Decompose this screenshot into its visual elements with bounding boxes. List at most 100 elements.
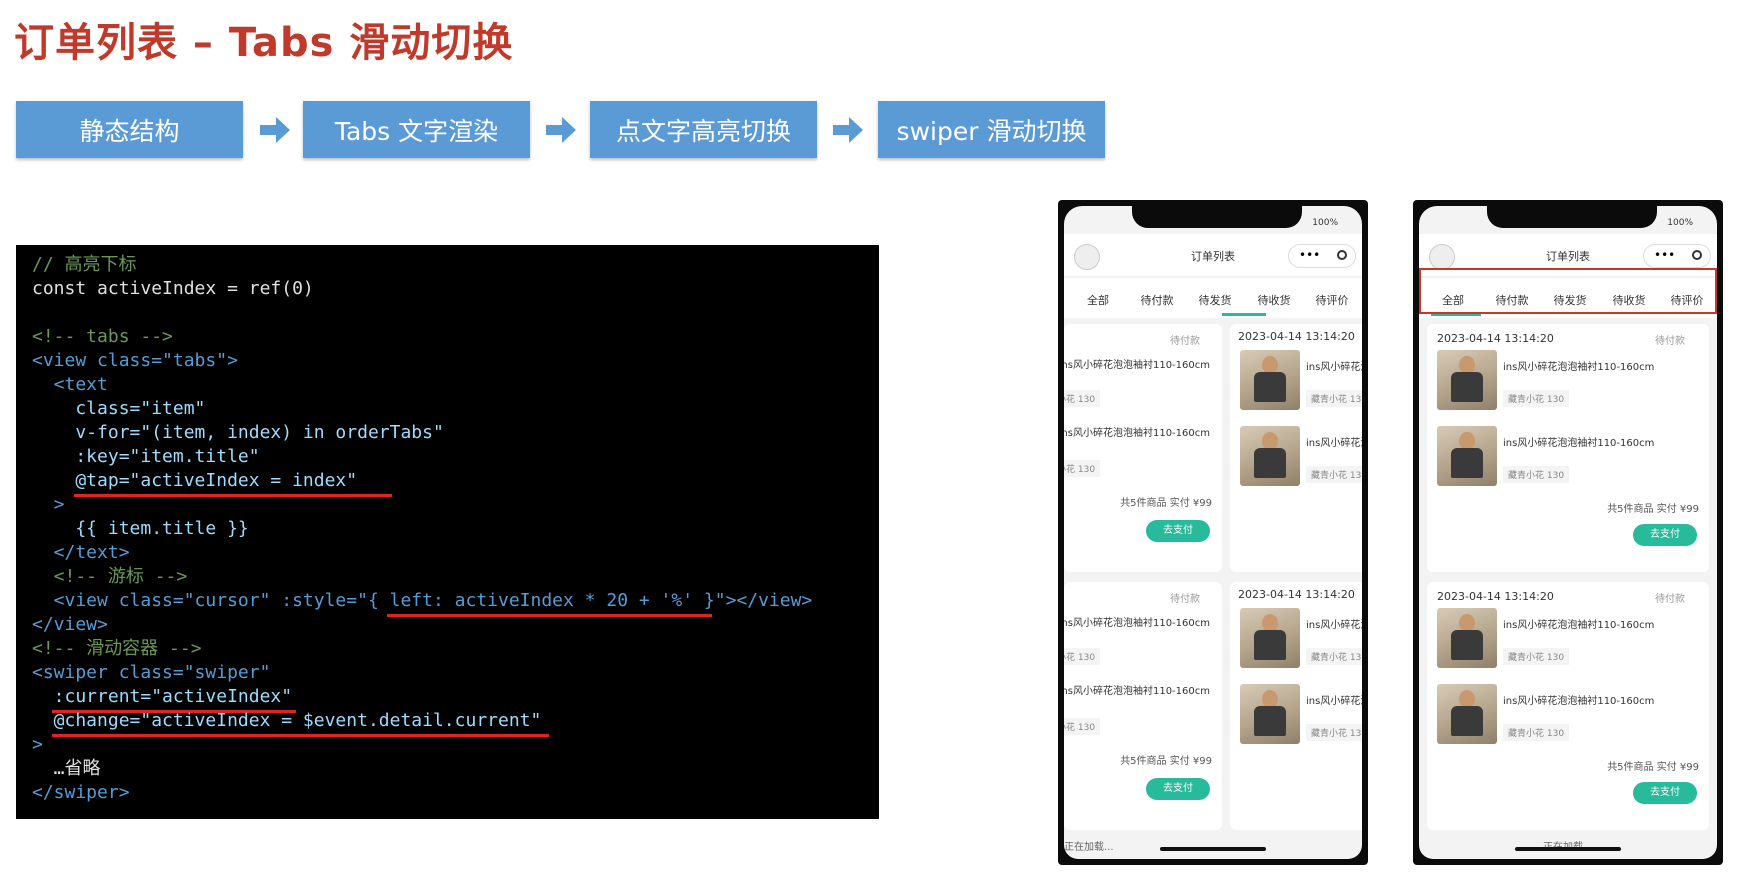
product-name: ins风小碎花泡泡袖衬110-160cm <box>1306 438 1362 449</box>
product-name: ins风小碎花泡泡袖衬110-160cm <box>1306 696 1362 707</box>
code-line: </swiper> <box>32 782 130 803</box>
loading-text: 正在加载... <box>1064 842 1114 853</box>
product-name: ins风小碎花泡泡袖衬110-160cm <box>1064 428 1210 439</box>
product-image <box>1240 608 1300 668</box>
target-icon[interactable] <box>1337 250 1347 260</box>
right-arrow-icon <box>546 117 576 143</box>
order-card: 2023-04-14 13:14:20 待付款 ins风小碎花泡泡袖衬110-1… <box>1427 582 1709 830</box>
product-image <box>1437 608 1497 668</box>
product-name: ins风小碎花泡泡袖衬110-160cm <box>1064 686 1210 697</box>
code-line: > <box>32 494 65 515</box>
order-time: 2023-04-14 13:14:20 <box>1437 332 1554 345</box>
phone-preview-settled: 100% 订单列表 ••• 全部 待付款 待发货 待收货 待评价 2023-04… <box>1413 200 1723 865</box>
code-line: <view class="tabs"> <box>32 350 238 371</box>
product-image <box>1437 350 1497 410</box>
order-time: 2023-04-14 13:14:20 <box>1437 590 1554 603</box>
order-time: 2023-04-14 13:14:20 <box>1238 330 1355 343</box>
pay-button[interactable]: 去支付 <box>1633 782 1697 804</box>
code-line: <!-- 滑动容器 --> <box>32 638 202 659</box>
order-status: 待付款 <box>1655 336 1685 347</box>
code-line: const activeIndex = ref(0) <box>32 278 314 299</box>
order-status: 待付款 <box>1170 594 1200 605</box>
right-arrow-icon <box>833 117 863 143</box>
product-spec: 藏青小花 130 <box>1064 718 1101 735</box>
step-label: 点文字高亮切换 <box>615 116 791 146</box>
step-highlight-switch: 点文字高亮切换 <box>590 101 817 158</box>
phone-preview-swiping: 100% 订单列表 ••• 全部 待付款 待发货 待收货 待评价 待付款 ins… <box>1058 200 1368 865</box>
phone-screen: 100% 订单列表 ••• 全部 待付款 待发货 待收货 待评价 待付款 ins… <box>1064 206 1362 859</box>
order-tabs: 全部 待付款 待发货 待收货 待评价 <box>1064 278 1362 318</box>
product-name: ins风小碎花泡泡袖衬110-160cm <box>1064 360 1210 371</box>
phone-notch <box>1487 206 1657 228</box>
product-name: ins风小碎花泡泡袖衬110-160cm <box>1306 362 1362 373</box>
product-name: ins风小碎花泡泡袖衬110-160cm <box>1503 438 1655 449</box>
more-icon[interactable]: ••• <box>1654 248 1675 262</box>
tab-cursor <box>1222 313 1266 316</box>
product-name: ins风小碎花泡泡袖衬110-160cm <box>1503 696 1655 707</box>
code-block: // 高亮下标 const activeIndex = ref(0) <!-- … <box>16 245 879 819</box>
product-spec: 藏青小花 130 <box>1306 648 1362 665</box>
code-line: <view class="cursor" :style="{ left: act… <box>32 590 813 611</box>
product-spec: 藏青小花 130 <box>1064 390 1101 407</box>
order-summary: 共5件商品 实付 ¥99 <box>1607 762 1699 773</box>
code-line: @change="activeIndex = $event.detail.cur… <box>32 710 542 731</box>
code-line: {{ item.title }} <box>32 518 249 539</box>
order-card: 待付款 ins风小碎花泡泡袖衬110-160cm 藏青小花 130 ins风小碎… <box>1064 324 1222 572</box>
code-line: :current="activeIndex" <box>32 686 293 707</box>
product-spec: 藏青小花 130 <box>1503 466 1570 483</box>
order-status: 待付款 <box>1170 336 1200 347</box>
product-spec: 藏青小花 130 <box>1306 724 1362 741</box>
more-icon[interactable]: ••• <box>1299 248 1320 262</box>
pay-button[interactable]: 去支付 <box>1146 520 1210 542</box>
tab-all[interactable]: 全部 <box>1068 292 1128 308</box>
tab-pending-receipt[interactable]: 待收货 <box>1244 292 1304 308</box>
product-name: ins风小碎花泡泡袖衬110-160cm <box>1306 620 1362 631</box>
home-indicator <box>1515 847 1621 851</box>
step-tabs-render: Tabs 文字渲染 <box>303 101 530 158</box>
tab-pending-review[interactable]: 待评价 <box>1302 292 1362 308</box>
tab-pending-payment[interactable]: 待付款 <box>1127 292 1187 308</box>
code-line: @tap="activeIndex = index" <box>32 470 358 491</box>
battery-text: 100% <box>1667 218 1693 228</box>
highlight-underline <box>52 734 549 737</box>
product-image <box>1437 684 1497 744</box>
product-spec: 藏青小花 130 <box>1064 460 1101 477</box>
product-name: ins风小碎花泡泡袖衬110-160cm <box>1503 362 1655 373</box>
order-time: 2023-04-14 13:14:20 <box>1238 588 1355 601</box>
order-card: 待付款 ins风小碎花泡泡袖衬110-160cm 藏青小花 130 ins风小碎… <box>1064 582 1222 830</box>
pay-button[interactable]: 去支付 <box>1146 778 1210 800</box>
capsule-menu[interactable]: ••• <box>1288 244 1356 268</box>
code-line: > <box>32 734 43 755</box>
order-card: 2023-04-14 13:14:20 待付款 ins风小碎花泡泡袖衬110-1… <box>1427 324 1709 572</box>
highlight-underline <box>387 614 712 617</box>
phone-notch <box>1132 206 1302 228</box>
order-status: 待付款 <box>1655 594 1685 605</box>
tabs-highlight-frame <box>1419 268 1717 314</box>
product-spec: 藏青小花 130 <box>1503 724 1570 741</box>
product-name: ins风小碎花泡泡袖衬110-160cm <box>1503 620 1655 631</box>
pay-button[interactable]: 去支付 <box>1633 524 1697 546</box>
page-title: 订单列表 – Tabs 滑动切换 <box>14 20 514 66</box>
product-spec: 藏青小花 130 <box>1503 390 1570 407</box>
order-summary: 共5件商品 实付 ¥99 <box>1120 498 1212 509</box>
target-icon[interactable] <box>1692 250 1702 260</box>
order-card: 2023-04-14 13:14:20 ins风小碎花泡泡袖衬110-160cm… <box>1230 324 1362 572</box>
capsule-menu[interactable]: ••• <box>1643 244 1711 268</box>
order-card: 2023-04-14 13:14:20 ins风小碎花泡泡袖衬110-160cm… <box>1230 582 1362 830</box>
product-spec: 藏青小花 130 <box>1503 648 1570 665</box>
code-line: // 高亮下标 <box>32 254 137 275</box>
product-image <box>1240 684 1300 744</box>
product-name: ins风小碎花泡泡袖衬110-160cm <box>1064 618 1210 629</box>
code-line: <!-- tabs --> <box>32 326 173 347</box>
code-line: :key="item.title" <box>32 446 260 467</box>
home-indicator <box>1160 847 1266 851</box>
code-line: </text> <box>32 542 130 563</box>
step-static-structure: 静态结构 <box>16 101 243 158</box>
product-image <box>1240 426 1300 486</box>
code-line: </view> <box>32 614 108 635</box>
tab-pending-shipment[interactable]: 待发货 <box>1185 292 1245 308</box>
order-summary: 共5件商品 实付 ¥99 <box>1120 756 1212 767</box>
step-label: Tabs 文字渲染 <box>334 116 499 146</box>
product-spec: 藏青小花 130 <box>1306 390 1362 407</box>
product-image <box>1240 350 1300 410</box>
